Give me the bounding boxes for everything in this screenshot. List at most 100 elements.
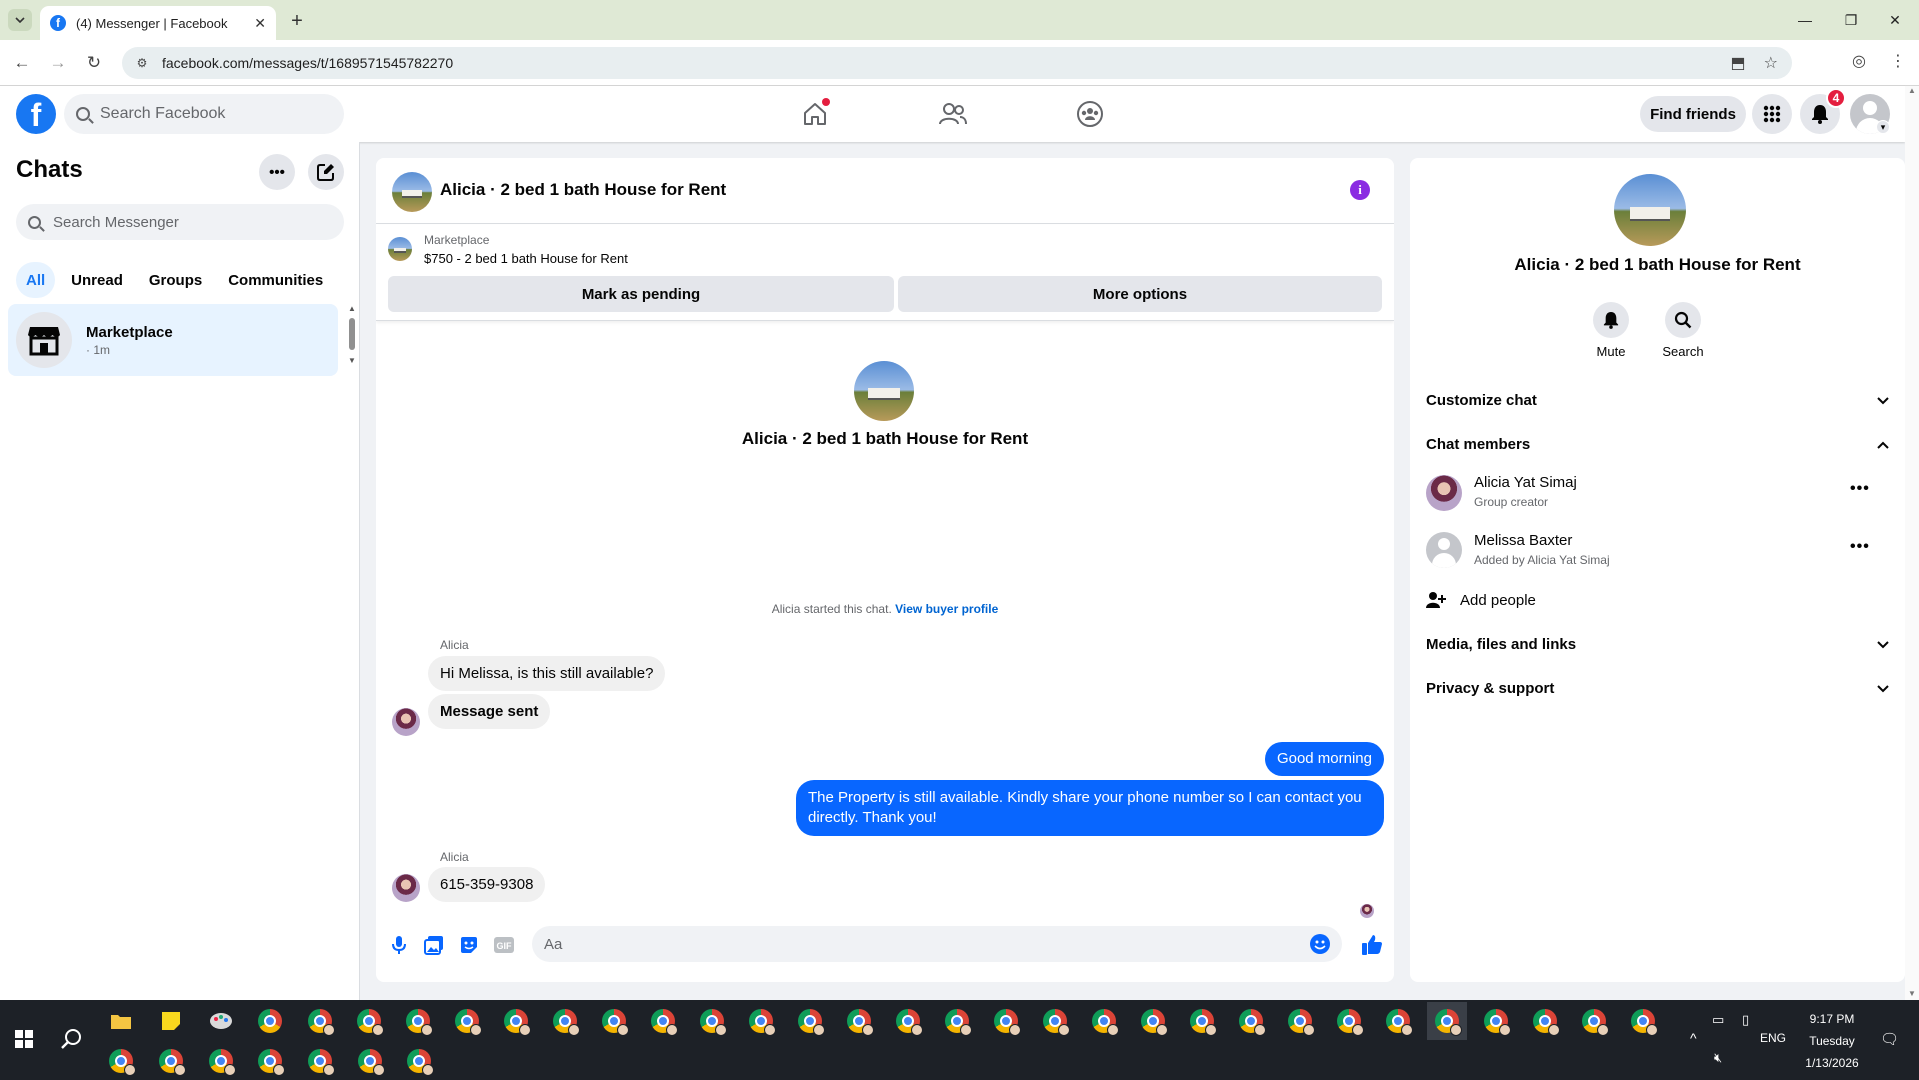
chrome-window-icon[interactable] xyxy=(643,1002,683,1040)
search-conversation-button[interactable] xyxy=(1665,302,1701,338)
chrome-window-icon[interactable] xyxy=(1329,1002,1369,1040)
chrome-window-icon[interactable] xyxy=(839,1002,879,1040)
chrome-window-icon[interactable] xyxy=(937,1002,977,1040)
add-people-row[interactable]: Add people xyxy=(1426,582,1889,618)
chrome-window-icon[interactable] xyxy=(250,1042,290,1080)
profile-icon[interactable]: ◎ xyxy=(1852,51,1866,71)
chrome-window-icon[interactable] xyxy=(1378,1002,1418,1040)
new-tab-button[interactable]: + xyxy=(284,8,310,34)
chrome-window-icon[interactable] xyxy=(399,1042,439,1080)
menu-button[interactable] xyxy=(1752,94,1792,134)
network-icon[interactable]: ▭ xyxy=(1712,1012,1724,1028)
chrome-window-icon[interactable] xyxy=(1623,1002,1663,1040)
chrome-window-icon[interactable] xyxy=(151,1042,191,1080)
info-icon[interactable]: i xyxy=(1350,180,1370,200)
outgoing-message[interactable]: The Property is still available. Kindly … xyxy=(796,780,1384,836)
filter-unread[interactable]: Unread xyxy=(61,262,133,298)
chrome-window-icon[interactable] xyxy=(1574,1002,1614,1040)
bookmark-star-icon[interactable]: ☆ xyxy=(1764,53,1778,73)
message-input[interactable]: Aa xyxy=(532,926,1342,962)
chrome-window-icon[interactable] xyxy=(1182,1002,1222,1040)
menu-kebab-icon[interactable]: ⋮ xyxy=(1890,51,1906,71)
browser-tab[interactable]: f (4) Messenger | Facebook ✕ xyxy=(40,6,276,40)
chrome-window-icon[interactable] xyxy=(447,1002,487,1040)
chrome-window-icon[interactable] xyxy=(101,1042,141,1080)
member-avatar[interactable] xyxy=(1426,532,1462,568)
messenger-search-input[interactable]: Search Messenger xyxy=(16,204,344,240)
chat-members-row[interactable]: Chat members xyxy=(1426,426,1889,462)
member-name[interactable]: Alicia Yat Simaj xyxy=(1474,474,1577,491)
more-options-button[interactable]: More options xyxy=(898,276,1382,312)
restore-button[interactable]: ❐ xyxy=(1836,8,1866,32)
chrome-window-icon[interactable] xyxy=(201,1042,241,1080)
chrome-window-icon[interactable] xyxy=(741,1002,781,1040)
groups-nav-button[interactable] xyxy=(1068,92,1112,136)
new-message-button[interactable] xyxy=(308,154,344,190)
chrome-window-icon[interactable] xyxy=(349,1002,389,1040)
find-friends-button[interactable]: Find friends xyxy=(1640,96,1746,132)
chrome-window-icon[interactable] xyxy=(594,1002,634,1040)
chrome-window-icon[interactable] xyxy=(545,1002,585,1040)
paint-icon[interactable] xyxy=(201,1002,241,1040)
filter-communities[interactable]: Communities xyxy=(218,262,333,298)
chrome-window-icon[interactable] xyxy=(790,1002,830,1040)
chrome-window-icon[interactable] xyxy=(1280,1002,1320,1040)
chrome-window-icon[interactable] xyxy=(888,1002,928,1040)
incoming-message[interactable]: Message sent xyxy=(428,694,551,729)
minimize-button[interactable]: — xyxy=(1790,8,1820,32)
scrollbar-thumb[interactable] xyxy=(349,318,355,350)
alicia-avatar[interactable] xyxy=(392,874,420,902)
incoming-message[interactable]: Hi Melissa, is this still available? xyxy=(428,656,666,691)
sticky-notes-icon[interactable] xyxy=(151,1002,191,1040)
mark-as-pending-button[interactable]: Mark as pending xyxy=(388,276,894,312)
language-indicator[interactable]: ENG xyxy=(1760,1031,1786,1045)
chevron-down-icon[interactable]: ▾ xyxy=(1876,120,1890,134)
customize-chat-row[interactable]: Customize chat xyxy=(1426,382,1889,418)
chat-list-scrollbar[interactable]: ▲ ▼ xyxy=(348,304,356,365)
chrome-window-icon[interactable] xyxy=(1133,1002,1173,1040)
chrome-window-icon[interactable] xyxy=(1525,1002,1565,1040)
facebook-logo-icon[interactable]: f xyxy=(16,94,56,134)
site-info-icon[interactable]: ⚙ xyxy=(134,55,150,71)
reload-button[interactable]: ↻ xyxy=(82,51,106,75)
notification-center-icon[interactable]: 🗨︎ xyxy=(1880,1030,1899,1048)
member-options-button[interactable]: ••• xyxy=(1850,480,1870,498)
listing-avatar[interactable] xyxy=(392,172,432,212)
scroll-down-icon[interactable]: ▼ xyxy=(1908,989,1916,998)
member-avatar[interactable] xyxy=(1426,475,1462,511)
listing-title[interactable]: $750 - 2 bed 1 bath House for Rent xyxy=(424,251,628,266)
close-tab-icon[interactable]: ✕ xyxy=(254,15,266,32)
battery-icon[interactable]: ▯ xyxy=(1742,1012,1749,1028)
thumbs-up-icon[interactable] xyxy=(1360,934,1384,956)
facebook-search-input[interactable]: Search Facebook xyxy=(64,94,344,134)
chrome-window-icon[interactable] xyxy=(1231,1002,1271,1040)
microphone-icon[interactable] xyxy=(388,934,410,956)
media-files-links-row[interactable]: Media, files and links xyxy=(1426,626,1889,662)
chrome-window-icon[interactable] xyxy=(986,1002,1026,1040)
tab-search-button[interactable] xyxy=(8,9,32,31)
volume-muted-icon[interactable]: 🔇︎ xyxy=(1714,1050,1722,1066)
url-bar[interactable]: ⚙ facebook.com/messages/t/16895715457822… xyxy=(122,47,1792,79)
chrome-window-icon[interactable] xyxy=(1427,1002,1467,1040)
chrome-window-icon[interactable] xyxy=(692,1002,732,1040)
incoming-message[interactable]: 615-359-9308 xyxy=(428,867,546,902)
listing-thumbnail[interactable] xyxy=(388,237,412,261)
member-options-button[interactable]: ••• xyxy=(1850,538,1870,556)
chrome-window-icon[interactable] xyxy=(350,1042,390,1080)
chrome-icon[interactable] xyxy=(250,1002,290,1040)
alicia-avatar[interactable] xyxy=(392,708,420,736)
emoji-icon[interactable] xyxy=(1310,934,1330,954)
member-name[interactable]: Melissa Baxter xyxy=(1474,532,1572,549)
chrome-window-icon[interactable] xyxy=(398,1002,438,1040)
friends-nav-button[interactable] xyxy=(931,92,975,136)
gif-icon[interactable]: GIF xyxy=(493,934,515,956)
chrome-window-icon[interactable] xyxy=(1476,1002,1516,1040)
page-scrollbar[interactable]: ▲ ▼ xyxy=(1905,86,1919,1000)
file-explorer-icon[interactable] xyxy=(101,1002,141,1040)
scroll-up-icon[interactable]: ▲ xyxy=(1908,86,1916,95)
chrome-window-icon[interactable] xyxy=(1084,1002,1124,1040)
scroll-down-icon[interactable]: ▼ xyxy=(348,356,356,365)
install-app-icon[interactable]: ⬒ xyxy=(1731,53,1746,73)
mute-button[interactable] xyxy=(1593,302,1629,338)
conversation-title[interactable]: Alicia · 2 bed 1 bath House for Rent xyxy=(440,180,726,200)
